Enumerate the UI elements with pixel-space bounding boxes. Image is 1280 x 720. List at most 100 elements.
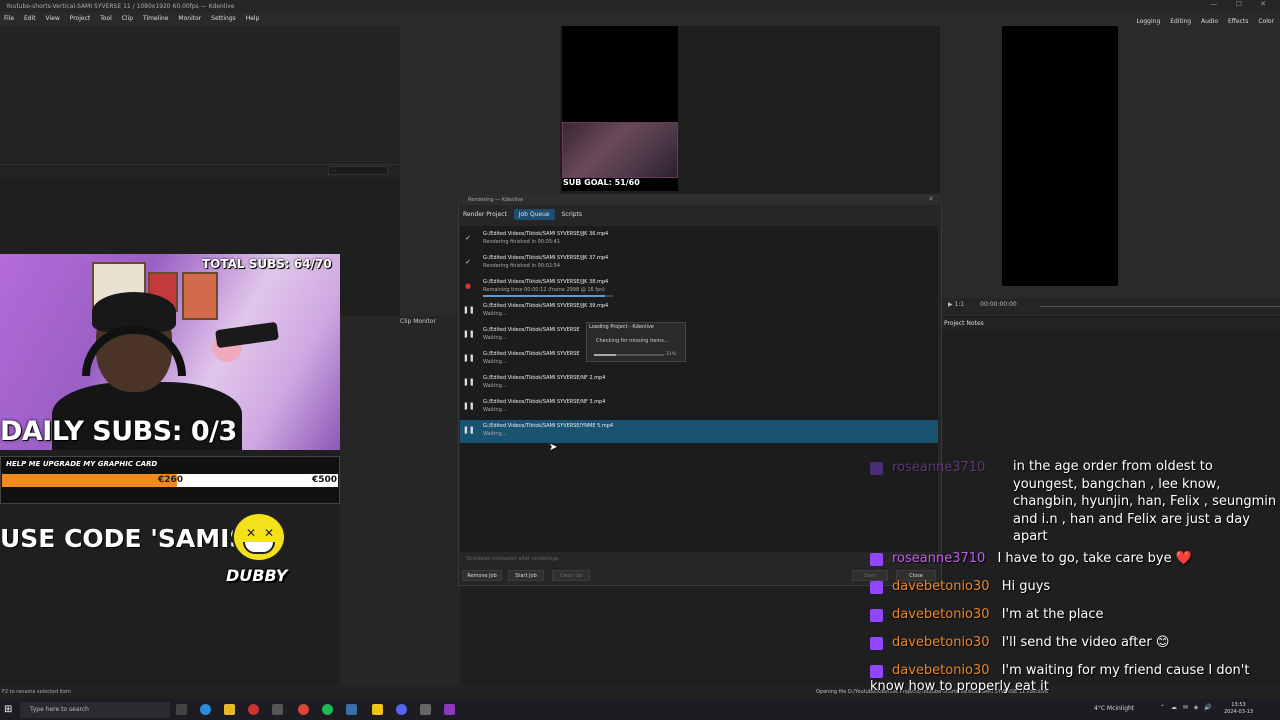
workspace-color[interactable]: Color: [1258, 18, 1274, 25]
file-explorer-icon[interactable]: [224, 704, 235, 715]
menu-project[interactable]: Project: [70, 15, 91, 22]
menu-tool[interactable]: Tool: [100, 15, 112, 22]
clean-up-button[interactable]: Clean Up: [552, 570, 590, 581]
chat-line-faded: roseanne3710: [870, 460, 985, 475]
job-name: G:/Edited Videos/Tiktok/SAMI SYVERSE/JJK…: [483, 231, 609, 237]
job-row[interactable]: ❚❚ G:/Edited Videos/Tiktok/SAMI SYVERSE/…: [460, 396, 938, 419]
clock-time: 13:53: [1231, 702, 1246, 708]
menu-view[interactable]: View: [46, 15, 60, 22]
taskbar-search-input[interactable]: Type here to search: [20, 702, 170, 718]
twitch-icon: [870, 665, 883, 678]
job-row[interactable]: ❚❚ G:/Edited Videos/Tiktok/SAMI SYVERSE/…: [460, 372, 938, 395]
remove-job-button[interactable]: Remove Job: [462, 570, 502, 581]
close-icon[interactable]: ✕: [928, 195, 934, 203]
job-name: G:/Edited Videos/Tiktok/SAMI SYVERSE/NF …: [483, 399, 606, 405]
chat-line: davebetonio30 I'll send the video after …: [870, 635, 1169, 650]
app-icon[interactable]: [444, 704, 455, 715]
tab-project-notes[interactable]: Project Notes: [940, 318, 1280, 330]
menu-settings[interactable]: Settings: [211, 15, 236, 22]
job-status: Remaining time 00:00:12 (frame 2998 @ 16…: [483, 287, 605, 293]
taskbar: [0, 700, 1280, 720]
job-row[interactable]: ✓ G:/Edited Videos/Tiktok/SAMI SYVERSE/J…: [460, 252, 938, 275]
smile-icon: [243, 542, 275, 554]
pause-icon: ❚❚: [463, 354, 475, 362]
obs-icon[interactable]: [248, 704, 259, 715]
project-bin[interactable]: [0, 26, 400, 176]
chrome-icon[interactable]: [298, 704, 309, 715]
weather-widget[interactable]: 4°C Mcinlight: [1094, 705, 1134, 712]
system-tray[interactable]: ⌃ ☁ ✉ ◈ 🔊: [1160, 704, 1214, 711]
loading-popup-message: Checking for missing items...: [596, 338, 669, 344]
job-progress-fill: [483, 295, 606, 297]
audio-ruler: [1040, 306, 1280, 314]
play-button[interactable]: ▶: [948, 301, 953, 308]
spotify-icon[interactable]: [322, 704, 333, 715]
twitch-icon: [870, 637, 883, 650]
app-icon[interactable]: [272, 704, 283, 715]
app-icon[interactable]: [420, 704, 431, 715]
dubby-logo-icon: ✕ ✕: [232, 512, 286, 562]
workspace-audio[interactable]: Audio: [1201, 18, 1218, 25]
chat-message-wrapped: in the age order from oldest to youngest…: [1013, 459, 1277, 544]
pause-icon: ❚❚: [463, 426, 475, 434]
job-row[interactable]: ❚❚ G:/Edited Videos/Tiktok/SAMI SYVERSE …: [460, 324, 938, 347]
workspace-editing[interactable]: Editing: [1170, 18, 1191, 25]
job-row[interactable]: ● G:/Edited Videos/Tiktok/SAMI SYVERSE/J…: [460, 276, 938, 299]
job-name: G:/Edited Videos/Tiktok/SAMI SYVERSE/YNM…: [483, 423, 614, 429]
workspace-effects[interactable]: Effects: [1228, 18, 1248, 25]
donation-current: €260: [158, 475, 184, 485]
job-queue-list[interactable]: ✓ G:/Edited Videos/Tiktok/SAMI SYVERSE/J…: [460, 226, 938, 552]
kdenlive-icon[interactable]: [346, 704, 357, 715]
x-eye-icon: ✕: [264, 526, 275, 540]
menu-file[interactable]: File: [4, 15, 14, 22]
chat-username: davebetonio30: [892, 579, 990, 594]
windows-start-icon[interactable]: ⊞: [4, 704, 12, 715]
job-row[interactable]: ✓ G:/Edited Videos/Tiktok/SAMI SYVERSE/J…: [460, 228, 938, 251]
job-row-selected[interactable]: ❚❚ G:/Edited Videos/Tiktok/SAMI SYVERSE/…: [460, 420, 938, 443]
status-message: F2 to rename selected item: [2, 689, 72, 695]
menu-edit[interactable]: Edit: [24, 15, 36, 22]
sticky-notes-icon[interactable]: [372, 704, 383, 715]
render-dialog-title: Rendering — Kdenlive: [458, 194, 942, 205]
pause-icon: ❚❚: [463, 402, 475, 410]
workspace-logging[interactable]: Logging: [1136, 18, 1160, 25]
job-row[interactable]: ❚❚ G:/Edited Videos/Tiktok/SAMI SYVERSE/…: [460, 300, 938, 323]
menu-timeline[interactable]: Timeline: [143, 15, 169, 22]
chat-username: davebetonio30: [892, 663, 990, 678]
job-status: Waiting...: [483, 383, 507, 389]
task-view-icon[interactable]: [176, 704, 187, 715]
timecode-display[interactable]: 00:00:00:00: [980, 301, 1017, 308]
chat-message: I'll send the video after 😊: [1001, 635, 1170, 650]
job-row[interactable]: ❚❚ G:/Edited Videos/Tiktok/SAMI SYVERSE …: [460, 348, 938, 371]
bin-search-input[interactable]: ...: [328, 166, 388, 175]
daily-subs-label: DAILY SUBS: 0/3: [0, 416, 237, 447]
edge-icon[interactable]: [200, 704, 211, 715]
discord-icon[interactable]: [396, 704, 407, 715]
chat-username: roseanne3710: [892, 551, 986, 566]
window-controls[interactable]: — ☐ ✕: [1210, 0, 1274, 8]
taskbar-clock[interactable]: 13:53 2024-03-13: [1224, 702, 1253, 716]
chat-username: roseanne3710: [892, 460, 986, 475]
tab-render-project[interactable]: Render Project: [458, 209, 512, 220]
menu-clip[interactable]: Clip: [122, 15, 133, 22]
monitor-zoom[interactable]: 1:1: [955, 301, 965, 308]
pause-icon: ❚❚: [463, 378, 475, 386]
twitch-icon: [870, 581, 883, 594]
chat-line: davebetonio30 I'm waiting for my friend …: [870, 663, 1278, 695]
timeline-track-headers[interactable]: [340, 316, 460, 686]
chat-username: davebetonio30: [892, 635, 990, 650]
job-status: Rendering finished in 00:05:41: [483, 239, 561, 245]
small-webcam: [562, 122, 678, 178]
pause-icon: ❚❚: [463, 330, 475, 338]
pause-icon: ❚❚: [463, 306, 475, 314]
job-name: G:/Edited Videos/Tiktok/SAMI SYVERSE/JJK…: [483, 279, 609, 285]
menu-help[interactable]: Help: [246, 15, 260, 22]
tab-job-queue[interactable]: Job Queue: [513, 209, 555, 220]
tab-scripts[interactable]: Scripts: [557, 209, 588, 220]
start-job-button[interactable]: Start Job: [508, 570, 544, 581]
menu-monitor[interactable]: Monitor: [178, 15, 201, 22]
tab-clip-monitor[interactable]: Clip Monitor: [400, 318, 460, 328]
project-monitor-preview: [1002, 26, 1118, 286]
shutdown-checkbox[interactable]: Shutdown computer after renderings: [466, 556, 559, 562]
job-status: Waiting...: [483, 335, 507, 341]
